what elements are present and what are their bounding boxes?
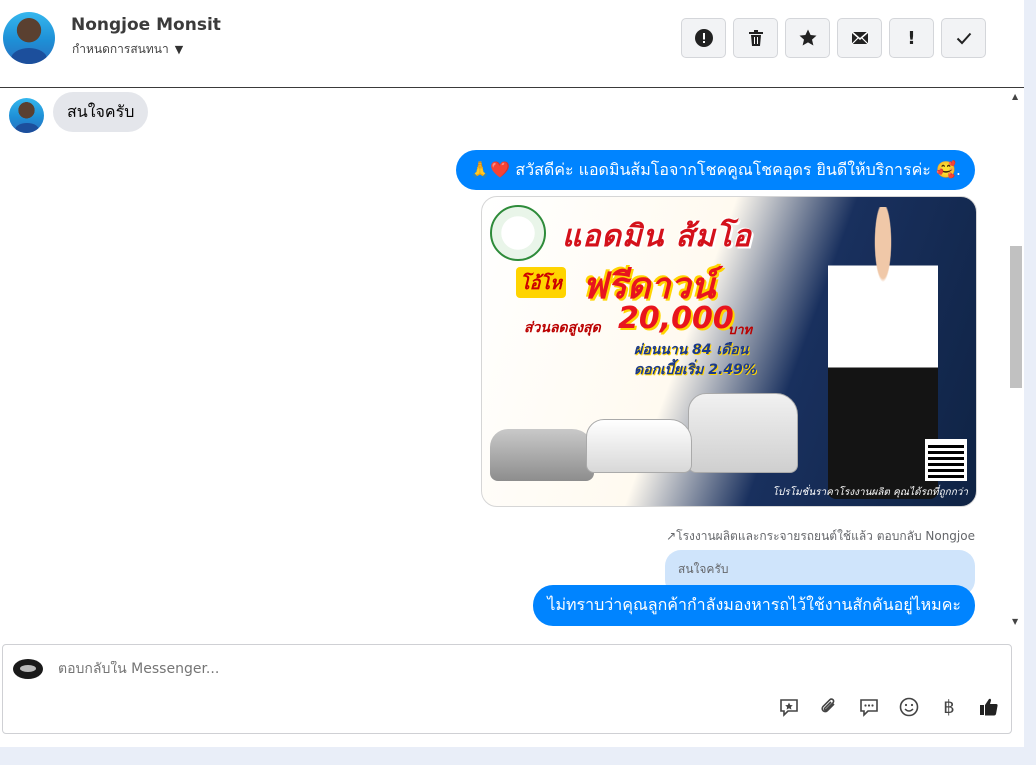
- priority-button[interactable]: !: [889, 18, 934, 58]
- mark-unread-button[interactable]: [837, 18, 882, 58]
- trash-icon: [748, 30, 763, 46]
- reply-input[interactable]: [58, 661, 658, 677]
- incoming-message[interactable]: สนใจครับ: [53, 92, 149, 132]
- contact-avatar[interactable]: [3, 12, 55, 64]
- emoji-button[interactable]: [897, 695, 921, 719]
- dealer-logo: [490, 205, 546, 261]
- scroll-down-arrow-icon[interactable]: ▼: [1012, 617, 1018, 626]
- reply-context-label: ↗โรงงานผลิตและกระจายรถยนต์ใช้แล้ว ตอบกลั…: [666, 529, 975, 543]
- promo-image[interactable]: แอดมิน ส้มโอ โอ้โห ฟรีดาวน์ ส่วนลดสูงสุด…: [481, 196, 977, 507]
- attach-button[interactable]: [817, 695, 841, 719]
- conversation-schedule-dropdown[interactable]: กำหนดการสนทนา ▼: [72, 40, 183, 59]
- conversation-header: Nongjoe Monsit กำหนดการสนทนา ▼ !: [0, 0, 1024, 88]
- qr-code: [925, 439, 967, 481]
- done-button[interactable]: [941, 18, 986, 58]
- composer-tools: ฿: [777, 695, 1001, 719]
- caret-down-icon: ▼: [174, 43, 184, 56]
- page-avatar: [13, 659, 43, 679]
- message-composer: ฿: [2, 644, 1012, 734]
- car-sedan-image: [490, 429, 594, 481]
- promo-installment: ผ่อนนาน 84 เดือน: [634, 342, 749, 358]
- paperclip-icon: [821, 698, 835, 713]
- quick-reply-button[interactable]: [857, 695, 881, 719]
- outgoing-message[interactable]: 🙏❤️ สวัสดีค่ะ แอดมินส้มโอจากโชคคูณโชคอุด…: [456, 150, 975, 190]
- saved-reply-button[interactable]: [777, 695, 801, 719]
- exclamation-icon: !: [907, 27, 916, 49]
- delete-button[interactable]: [733, 18, 778, 58]
- car-pickup-cage-image: [688, 393, 798, 473]
- sender-avatar[interactable]: [9, 98, 44, 133]
- car-pickup-image: [586, 419, 692, 473]
- envelope-icon: [851, 31, 868, 45]
- promo-headline: แอดมิน ส้มโอ: [562, 219, 752, 254]
- star-icon: [799, 29, 816, 46]
- thumbs-up-icon: [980, 698, 998, 716]
- star-bubble-icon: [780, 699, 798, 717]
- chat-bubble-icon: [860, 699, 878, 717]
- baht-icon: ฿: [943, 696, 955, 718]
- scroll-up-arrow-icon[interactable]: ▲: [1012, 92, 1018, 101]
- smiley-icon: [899, 697, 919, 717]
- scrollbar-thumb[interactable]: [1010, 246, 1022, 388]
- model-image: [828, 207, 938, 499]
- promo-footer: โปรโมชั่นราคาโรงงานผลิต คุณได้รถที่ถูกกว…: [772, 487, 969, 498]
- outgoing-message[interactable]: ไม่ทราบว่าคุณลูกค้ากำลังมองหารถไว้ใช้งาน…: [533, 585, 975, 626]
- message-thread[interactable]: สนใจครับ 🙏❤️ สวัสดีค่ะ แอดมินส้มโอจากโชค…: [0, 88, 1008, 632]
- alert-circle-icon: [694, 29, 713, 47]
- payment-button[interactable]: ฿: [937, 695, 961, 719]
- header-actions: !: [681, 18, 986, 58]
- star-button[interactable]: [785, 18, 830, 58]
- promo-badge: โอ้โห: [516, 267, 567, 298]
- promo-currency: บาท: [728, 323, 753, 338]
- spam-button[interactable]: [681, 18, 726, 58]
- conversation-panel: Nongjoe Monsit กำหนดการสนทนา ▼ ! สนใจครั…: [0, 0, 1024, 747]
- conversation-schedule-label: กำหนดการสนทนา: [72, 42, 169, 56]
- promo-discount-label: ส่วนลดสูงสุด: [524, 320, 601, 336]
- like-button[interactable]: [977, 695, 1001, 719]
- promo-interest: ดอกเบี้ยเริ่ม 2.49%: [634, 362, 757, 378]
- check-icon: [956, 32, 971, 45]
- contact-name[interactable]: Nongjoe Monsit: [71, 15, 221, 35]
- promo-discount-amount: 20,000: [618, 301, 734, 336]
